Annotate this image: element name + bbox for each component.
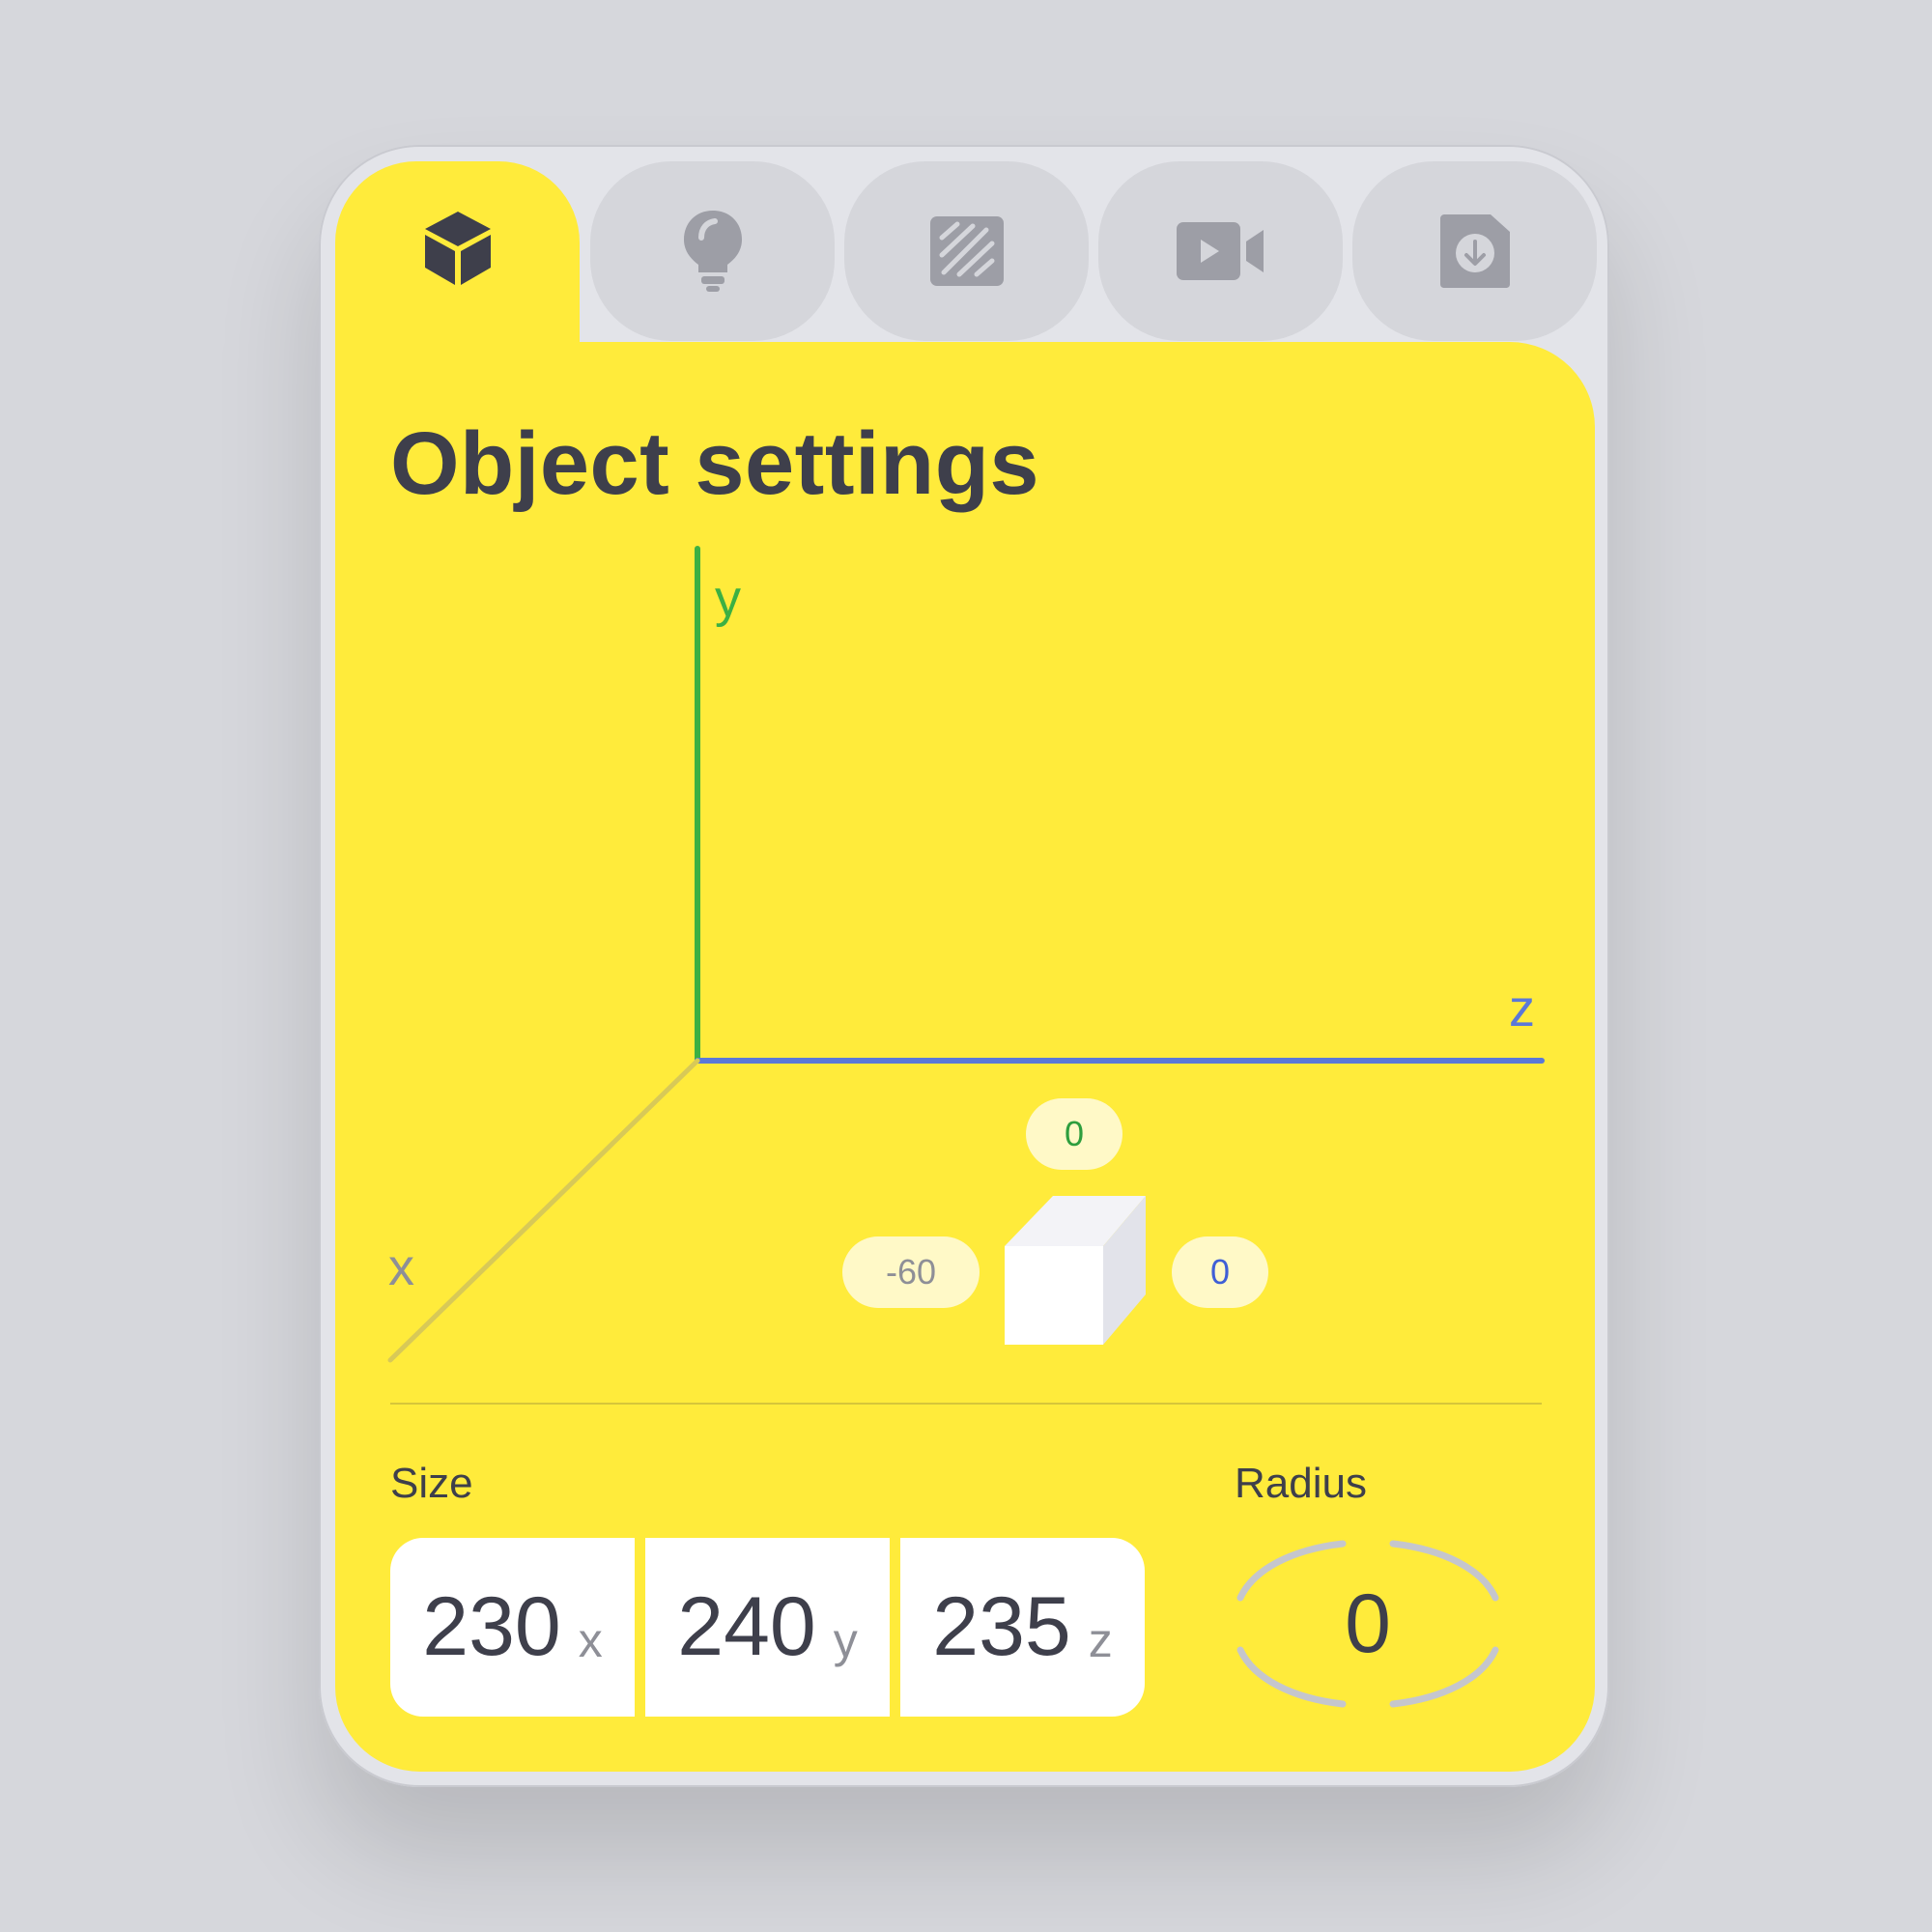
tab-light[interactable] [590,161,835,341]
texture-icon [929,216,1004,286]
lightbulb-icon [683,211,742,292]
size-y-field[interactable]: 240 y [645,1538,890,1717]
size-z-value: 235 [932,1580,1071,1673]
radius-label: Radius [1235,1460,1367,1507]
page-title: Object settings [390,414,1040,513]
section-divider [390,1403,1542,1405]
size-z-field[interactable]: 235 z [900,1538,1145,1717]
tab-export[interactable] [1352,161,1597,341]
y-axis-label: y [715,570,741,628]
rotation-z-pill[interactable]: 0 [1172,1236,1268,1308]
rotation-x-pill[interactable]: -60 [842,1236,980,1308]
size-x-unit: x [578,1612,603,1667]
radius-control[interactable]: 0 [1235,1536,1501,1712]
size-x-field[interactable]: 230 x [390,1538,635,1717]
video-camera-icon [1176,222,1264,280]
size-x-value: 230 [422,1580,561,1673]
tab-camera[interactable] [1098,161,1343,341]
radius-value: 0 [1345,1577,1391,1670]
stage: Object settings y z x 0 -60 0 Size 230 x… [0,0,1932,1932]
x-axis-label: x [388,1238,414,1296]
rotation-y-pill[interactable]: 0 [1026,1098,1122,1170]
file-download-icon [1439,214,1510,288]
size-label: Size [390,1460,473,1507]
z-axis-label: z [1509,980,1535,1037]
size-y-value: 240 [677,1580,816,1673]
size-y-unit: y [833,1612,858,1667]
tab-material[interactable] [844,161,1089,341]
size-z-unit: z [1088,1612,1113,1667]
cube-icon [424,212,491,285]
